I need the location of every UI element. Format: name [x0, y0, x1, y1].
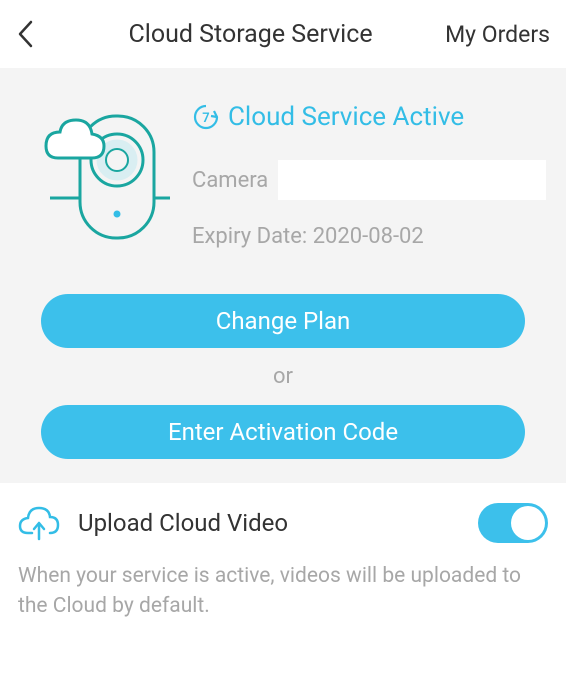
badge-number: 7 [202, 111, 209, 126]
upload-description: When your service is active, videos will… [18, 561, 548, 622]
upload-toggle[interactable] [478, 503, 548, 543]
camera-illustration [20, 98, 180, 258]
cycle-badge-icon: 7 [192, 103, 220, 131]
upload-label: Upload Cloud Video [78, 509, 288, 537]
or-divider: or [20, 364, 546, 389]
status-row: 7 Cloud Service Active [192, 102, 546, 132]
my-orders-link[interactable]: My Orders [445, 21, 550, 48]
header: Cloud Storage Service My Orders [0, 0, 566, 68]
card-top: 7 Cloud Service Active Camera Expiry Dat… [20, 98, 546, 258]
camera-name-field [278, 160, 546, 200]
cloud-upload-icon [18, 505, 60, 541]
chevron-left-icon [16, 19, 34, 49]
toggle-knob [511, 506, 545, 540]
change-plan-button[interactable]: Change Plan [41, 294, 525, 348]
upload-row: Upload Cloud Video [18, 503, 548, 543]
upload-section: Upload Cloud Video When your service is … [0, 483, 566, 642]
page-title: Cloud Storage Service [56, 20, 445, 49]
camera-row: Camera [192, 160, 546, 200]
back-button[interactable] [16, 19, 56, 49]
expiry-date: Expiry Date: 2020-08-02 [192, 224, 546, 249]
status-text: Cloud Service Active [228, 102, 464, 132]
enter-activation-code-button[interactable]: Enter Activation Code [41, 405, 525, 459]
upload-left: Upload Cloud Video [18, 505, 288, 541]
service-card: 7 Cloud Service Active Camera Expiry Dat… [0, 68, 566, 483]
camera-label: Camera [192, 168, 268, 193]
info-column: 7 Cloud Service Active Camera Expiry Dat… [192, 98, 546, 249]
